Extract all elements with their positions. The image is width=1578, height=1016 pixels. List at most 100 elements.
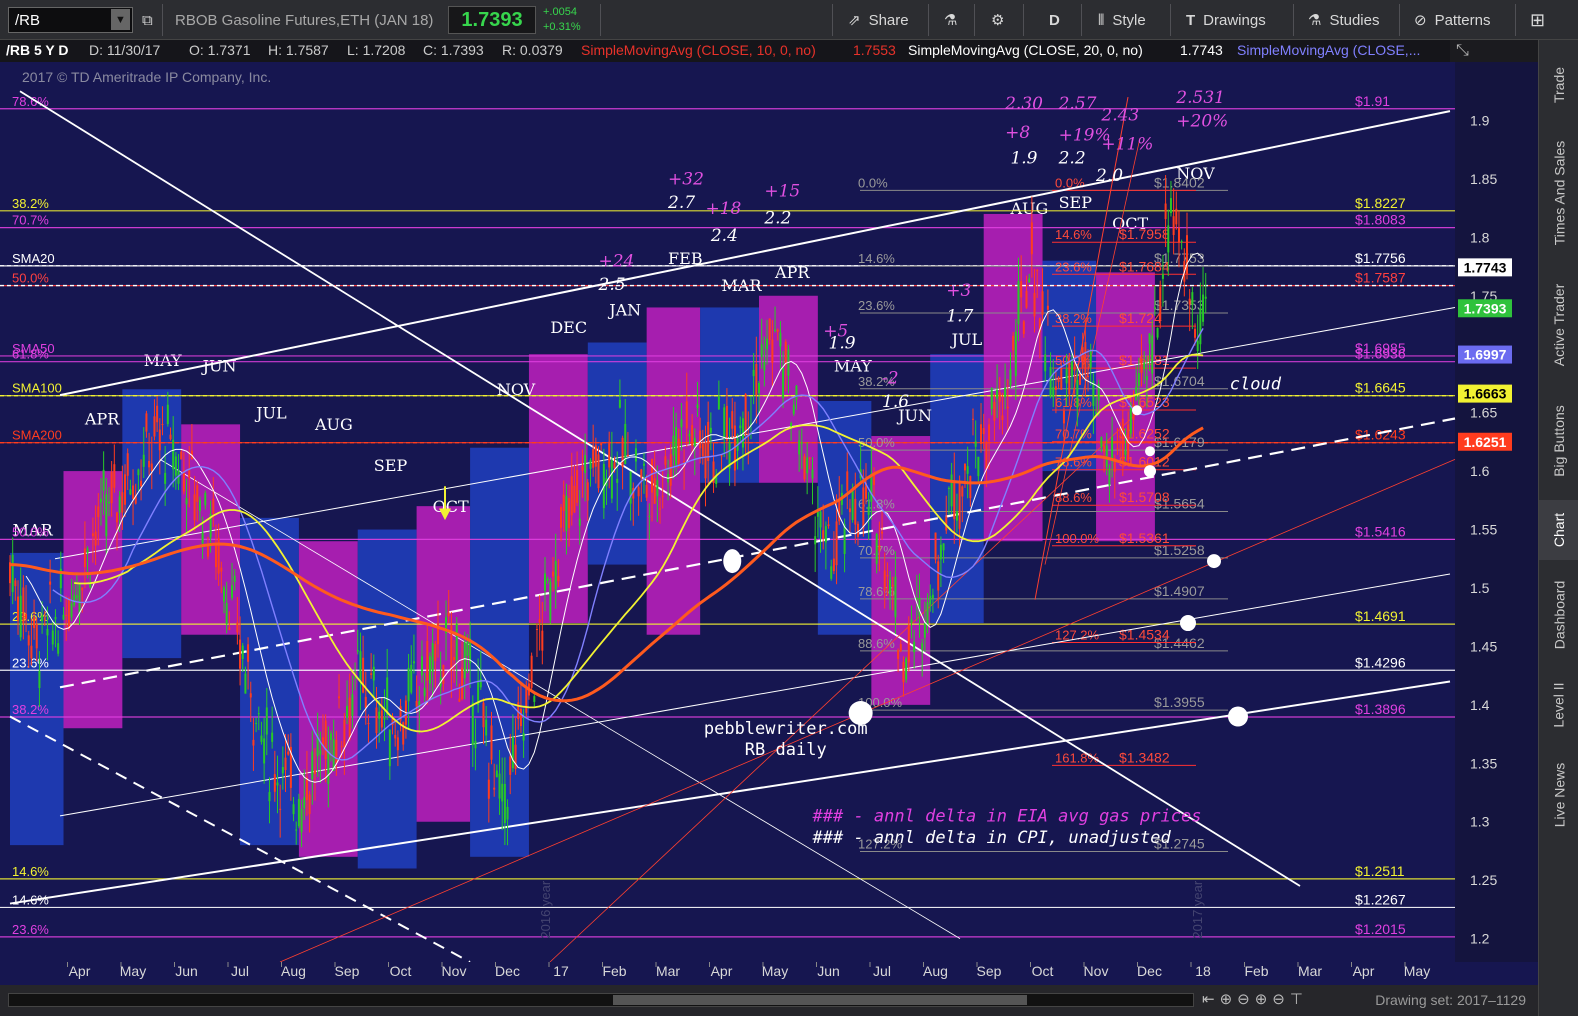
candle-body <box>263 738 266 764</box>
candle-body <box>910 619 913 623</box>
link-icon[interactable]: ⧉ <box>142 0 153 40</box>
tab-chart[interactable]: Chart <box>1539 500 1578 560</box>
tab-level-ii[interactable]: Level II <box>1539 665 1578 745</box>
gear-icon[interactable]: ⚙ <box>991 0 1004 40</box>
candle-body <box>592 448 595 468</box>
candle-body <box>584 455 587 473</box>
candle-body <box>354 677 357 679</box>
drawings-button[interactable]: T Drawings <box>1186 0 1266 40</box>
collapse-icon[interactable]: ⤡ <box>1456 42 1469 60</box>
x-tick-label: 17 <box>553 963 569 979</box>
candle-body <box>958 483 961 529</box>
candle-body <box>25 613 28 620</box>
tab-active-trader[interactable]: Active Trader <box>1539 260 1578 390</box>
candle-body <box>522 733 525 741</box>
candle-body <box>808 457 811 459</box>
tab-times-and-sales[interactable]: Times And Sales <box>1539 128 1578 258</box>
candle-body <box>816 511 819 517</box>
chart-note: pebblewriter.com <box>704 719 868 739</box>
price-badge: 1.6997 <box>1464 347 1507 363</box>
tab-dashboard[interactable]: Dashboard <box>1539 565 1578 665</box>
level-price: $1.4296 <box>1355 654 1406 670</box>
candle-body <box>1121 418 1124 462</box>
month-label: SEP <box>374 456 408 475</box>
candle-body <box>784 341 787 365</box>
grid-icon[interactable]: ⊞ <box>1530 0 1545 40</box>
candle-body <box>1036 270 1039 272</box>
share-button[interactable]: ⇗ Share <box>848 0 909 40</box>
candle-body <box>65 615 68 617</box>
seasonal-box <box>871 436 931 705</box>
cpi-annotation: 2.2 <box>763 208 791 228</box>
candle-body <box>806 457 809 474</box>
red-fib-label: 88.6% <box>1055 490 1092 505</box>
studies-label: Studies <box>1329 11 1380 29</box>
candle-body <box>1006 406 1009 409</box>
candle-body <box>223 587 225 602</box>
candle-body <box>699 430 702 449</box>
candle-body <box>116 512 118 523</box>
candle-body <box>94 531 97 546</box>
flask-icon[interactable]: ⚗ <box>944 0 957 40</box>
tab-live-news[interactable]: Live News <box>1539 750 1578 840</box>
drawing-set-label[interactable]: Drawing set: 2017–1129 <box>1375 992 1526 1008</box>
sma10-label[interactable]: SimpleMovingAvg (CLOSE, 10, 0, no) <box>581 42 816 58</box>
candle-body <box>1073 364 1076 371</box>
candle-body <box>1204 296 1207 299</box>
x-tick-label: Oct <box>390 963 412 979</box>
candle-body <box>913 641 916 653</box>
studies-button[interactable]: ⚗ Studies <box>1308 0 1380 40</box>
level-price: $1.91 <box>1355 93 1390 109</box>
horizontal-scrollbar[interactable] <box>8 993 1194 1007</box>
level-price: $1.4691 <box>1355 608 1406 624</box>
candle-body <box>356 650 359 652</box>
scroll-thumb[interactable] <box>613 995 1027 1005</box>
candle-body <box>586 482 589 501</box>
candle-body <box>281 767 284 774</box>
candle-body <box>1087 375 1090 377</box>
zoom-icons[interactable]: ⇤⊕⊖⊕⊖⊤ <box>1202 990 1308 1008</box>
candle-body <box>680 419 683 428</box>
candle-body <box>988 424 991 441</box>
candle-body <box>447 612 450 617</box>
candle-body <box>498 773 501 799</box>
month-label: SEP <box>1059 193 1093 212</box>
candle-body <box>51 630 54 645</box>
sma50-label[interactable]: SimpleMovingAvg (CLOSE,... <box>1237 42 1420 58</box>
marker-dot <box>1144 465 1156 478</box>
candle-body <box>1004 387 1007 398</box>
candle-body <box>233 575 236 582</box>
sma20-label[interactable]: SimpleMovingAvg (CLOSE, 20, 0, no) <box>908 42 1143 58</box>
symbol-description: RBOB Gasoline Futures,ETH (JAN 18) <box>175 11 434 29</box>
candle-body <box>338 696 341 699</box>
candle-body <box>610 460 613 499</box>
candle-body <box>552 571 555 577</box>
candle-body <box>86 548 89 553</box>
candle-body <box>348 697 351 740</box>
candle-body <box>166 404 169 425</box>
candle-body <box>669 454 672 486</box>
level-label: SMA100 <box>12 381 62 396</box>
x-tick-label: Apr <box>1353 963 1375 979</box>
x-tick-label: Mar <box>1298 963 1322 979</box>
period-button[interactable]: D <box>1049 0 1060 40</box>
candle-body <box>458 698 461 702</box>
last-price: 1.7393 <box>448 6 536 34</box>
candle-body <box>589 459 592 469</box>
eia-annotation: 2.531 <box>1175 88 1225 108</box>
tab-big-buttons[interactable]: Big Buttons <box>1539 391 1578 491</box>
year-marker: 2016 year <box>538 880 553 938</box>
candle-body <box>239 639 242 669</box>
candle-body <box>902 661 905 683</box>
candle-body <box>343 719 346 748</box>
candle-body <box>637 487 640 497</box>
red-fib-price: $1.724 <box>1119 310 1162 326</box>
candle-body <box>1151 335 1154 374</box>
tab-trade[interactable]: Trade <box>1539 45 1578 125</box>
candle-body <box>798 440 801 455</box>
candle-body <box>255 723 258 725</box>
style-button[interactable]: ⫴ Style <box>1098 0 1146 40</box>
patterns-button[interactable]: ⊘ Patterns <box>1414 0 1490 40</box>
price-chart[interactable]: MARAPRMAY JUNJULAUGSEPOCTNOVDECJANFEBMARA… <box>0 62 1538 985</box>
chevron-down-icon[interactable]: ▼ <box>111 9 130 30</box>
